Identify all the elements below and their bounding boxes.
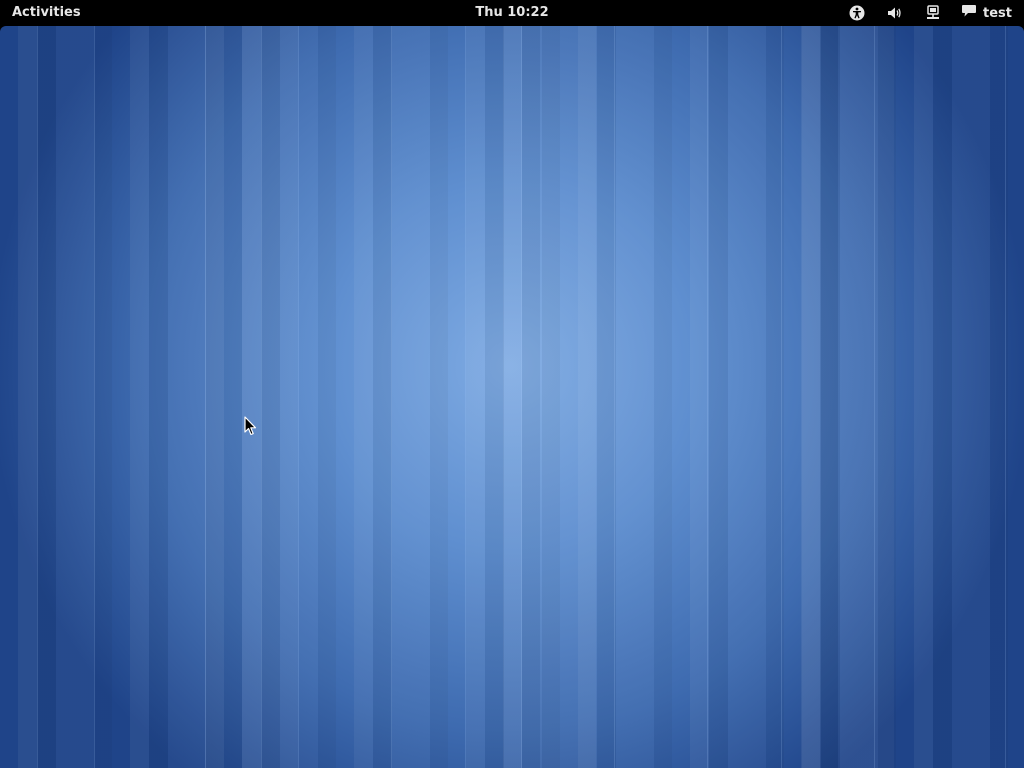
accessibility-icon[interactable] [849, 0, 865, 26]
top-panel: Activities Thu 10:22 test [0, 0, 1024, 26]
wallpaper-stripe [707, 26, 708, 768]
clock-button[interactable]: Thu 10:22 [475, 5, 548, 20]
wallpaper-stripe [521, 26, 522, 768]
wallpaper-stripe [94, 26, 95, 768]
wallpaper-stripe [781, 26, 782, 768]
mouse-pointer-icon [244, 416, 257, 436]
wallpaper-stripe [261, 26, 262, 768]
activities-button[interactable]: Activities [12, 0, 81, 26]
network-icon[interactable] [925, 0, 941, 26]
user-menu[interactable]: test [961, 0, 1012, 26]
volume-icon[interactable] [887, 0, 903, 26]
status-area: test [827, 0, 1012, 26]
user-name: test [983, 5, 1012, 21]
wallpaper-stripe [465, 26, 466, 768]
wallpaper-stripe [298, 26, 299, 768]
wallpaper-stripe [614, 26, 615, 768]
wallpaper-stripe [205, 26, 206, 768]
wallpaper-stripe [37, 26, 38, 768]
chat-bubble-icon [961, 3, 977, 23]
wallpaper-stripe [391, 26, 392, 768]
wallpaper-stripe [1005, 26, 1006, 768]
wallpaper-stripe [874, 26, 875, 768]
desktop-background[interactable] [0, 26, 1024, 768]
